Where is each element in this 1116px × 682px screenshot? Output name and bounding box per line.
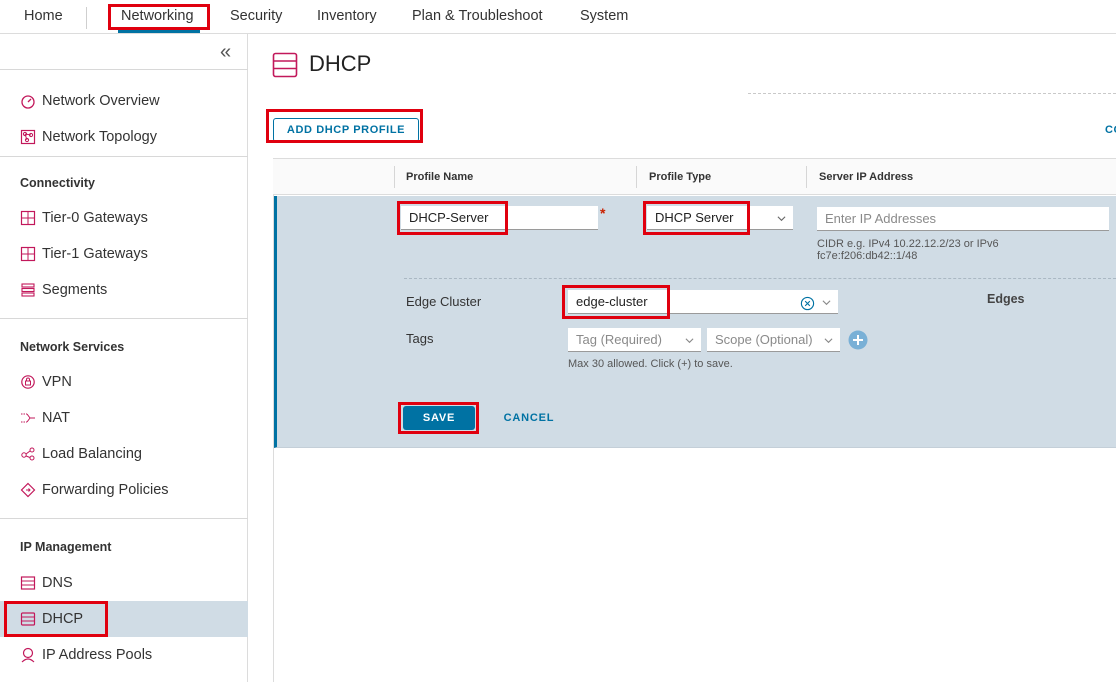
- clear-selection-icon[interactable]: [800, 296, 815, 311]
- segments-icon: [21, 283, 35, 297]
- section-heading-network-services: Network Services: [20, 340, 125, 354]
- nav-home[interactable]: Home: [24, 0, 63, 34]
- edge-cluster-label: Edge Cluster: [406, 294, 482, 309]
- chevron-down-icon: [777, 216, 786, 222]
- tag-input[interactable]: [568, 328, 701, 352]
- sidebar-item-dns[interactable]: DNS: [0, 565, 248, 601]
- column-separator: [806, 166, 807, 188]
- sidebar-item-tier0-gateways[interactable]: Tier-0 Gateways: [0, 200, 248, 236]
- server-ip-hint-example: fc7e:f206:db42::1/48: [817, 250, 918, 262]
- add-dhcp-profile-button[interactable]: ADD DHCP PROFILE: [273, 118, 419, 142]
- nav-security[interactable]: Security: [230, 0, 282, 34]
- sidebar-item-tier1-gateways[interactable]: Tier-1 Gateways: [0, 236, 248, 272]
- sidebar-item-load-balancing[interactable]: Load Balancing: [0, 436, 248, 472]
- load-balancer-icon: [21, 447, 35, 461]
- sidebar-item-label: Tier-1 Gateways: [42, 246, 148, 262]
- chevron-down-icon: [822, 300, 831, 306]
- ip-pool-icon: [21, 647, 35, 663]
- vpn-icon: [21, 375, 35, 389]
- column-separator: [394, 166, 395, 188]
- tags-label: Tags: [406, 331, 434, 346]
- sidebar-item-label: Forwarding Policies: [42, 482, 169, 498]
- nav-system[interactable]: System: [580, 0, 628, 34]
- sidebar-item-network-overview[interactable]: Network Overview: [0, 83, 248, 119]
- sidebar-item-ip-address-pools[interactable]: IP Address Pools: [0, 637, 248, 673]
- header-dashed-divider: [748, 93, 1116, 94]
- edge-cluster-select[interactable]: edge-cluster: [568, 290, 838, 314]
- nav-plan-troubleshoot[interactable]: Plan & Troubleshoot: [412, 0, 543, 34]
- save-button[interactable]: SAVE: [403, 406, 475, 430]
- sidebar-divider: [0, 156, 248, 157]
- sidebar-item-label: Load Balancing: [42, 446, 142, 462]
- gateway-icon: [20, 246, 36, 262]
- nav-separator: [86, 7, 87, 29]
- sidebar-item-label: Tier-0 Gateways: [42, 210, 148, 226]
- sidebar-item-label: DNS: [42, 575, 73, 591]
- collapse-sidebar-icon[interactable]: «: [220, 40, 231, 64]
- section-heading-ip-management: IP Management: [20, 540, 112, 554]
- dhcp-page-icon: [272, 52, 298, 78]
- sidebar-divider: [0, 69, 248, 70]
- sidebar-divider: [0, 518, 248, 519]
- add-tag-plus-icon[interactable]: [848, 330, 868, 350]
- sidebar-item-nat[interactable]: NAT: [0, 400, 248, 436]
- column-separator: [636, 166, 637, 188]
- edit-profile-row: [274, 196, 1116, 448]
- column-header-server-ip[interactable]: Server IP Address: [819, 171, 913, 183]
- chevron-down-icon: [685, 338, 694, 344]
- edges-label: Edges: [987, 292, 1025, 306]
- cancel-button[interactable]: CANCEL: [502, 406, 556, 430]
- nav-active-indicator: [118, 29, 200, 33]
- server-ip-input[interactable]: [817, 207, 1109, 231]
- page-title: DHCP: [309, 51, 372, 76]
- sidebar-item-segments[interactable]: Segments: [0, 272, 248, 308]
- sidebar-item-label: VPN: [42, 374, 72, 390]
- sidebar-item-label: Network Overview: [42, 93, 160, 109]
- column-header-profile-name[interactable]: Profile Name: [406, 171, 473, 183]
- sidebar-item-vpn[interactable]: VPN: [0, 364, 248, 400]
- scope-input[interactable]: [707, 328, 840, 352]
- profile-type-select[interactable]: DHCP Server: [647, 206, 793, 230]
- sidebar: « Network Overview Network Topology Conn…: [0, 34, 248, 682]
- profile-name-input[interactable]: [401, 206, 598, 230]
- sidebar-item-forwarding-policies[interactable]: Forwarding Policies: [0, 472, 248, 508]
- nat-icon: [21, 413, 35, 423]
- section-heading-connectivity: Connectivity: [20, 176, 96, 190]
- column-header-profile-type[interactable]: Profile Type: [649, 171, 711, 183]
- topology-icon: [20, 129, 36, 145]
- sidebar-item-label: Segments: [42, 282, 108, 298]
- required-marker: *: [600, 205, 606, 221]
- form-dashed-divider: [404, 278, 1116, 279]
- sidebar-item-label: DHCP: [42, 611, 84, 627]
- gateway-icon: [20, 210, 36, 226]
- sidebar-item-dhcp[interactable]: DHCP: [0, 601, 248, 637]
- sidebar-divider: [0, 318, 248, 319]
- dhcp-icon: [20, 612, 36, 626]
- nav-inventory[interactable]: Inventory: [317, 0, 377, 34]
- tags-hint: Max 30 allowed. Click (+) to save.: [568, 358, 733, 370]
- truncated-action-link[interactable]: CO: [1105, 124, 1116, 136]
- sidebar-item-network-topology[interactable]: Network Topology: [0, 119, 248, 155]
- forwarding-icon: [20, 482, 36, 498]
- gauge-icon: [21, 95, 35, 109]
- top-navigation: Home Networking Security Inventory Plan …: [0, 0, 1116, 34]
- sidebar-item-label: IP Address Pools: [42, 647, 153, 663]
- dns-icon: [20, 576, 36, 590]
- sidebar-item-label: Network Topology: [42, 129, 157, 145]
- sidebar-item-label: NAT: [42, 410, 70, 426]
- chevron-down-icon: [824, 338, 833, 344]
- server-ip-hint: CIDR e.g. IPv4 10.22.12.2/23 or IPv6: [817, 238, 999, 250]
